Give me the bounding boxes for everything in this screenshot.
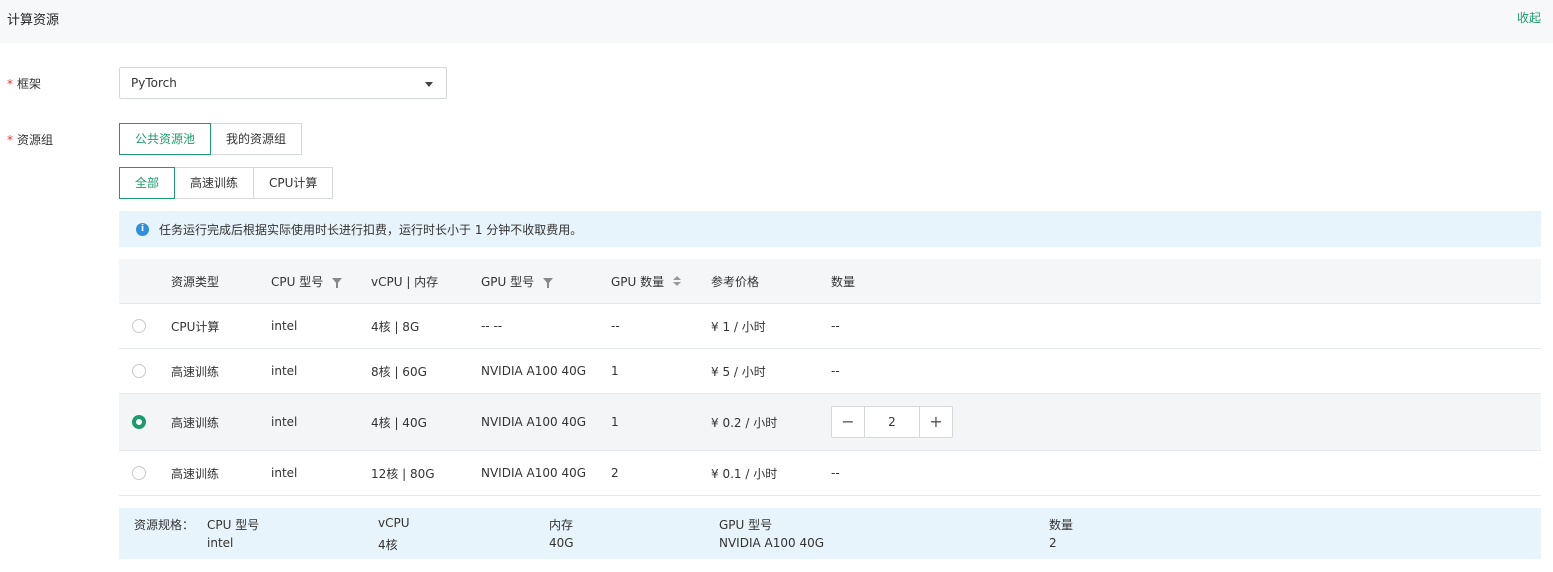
cell-cpu: intel	[271, 319, 298, 333]
row-radio-cell	[132, 451, 146, 495]
cell-type: 高速训练	[171, 466, 220, 481]
spec-head: vCPU	[378, 516, 410, 530]
row-radio-cell	[132, 394, 146, 450]
spec-col-memory: 内存 40G	[549, 516, 574, 556]
spec-head: GPU 型号	[719, 518, 773, 532]
quantity-input[interactable]: 2	[864, 407, 920, 437]
cell-price: ¥ 1 / 小时	[711, 319, 766, 334]
pool-tabs: 公共资源池 我的资源组	[119, 123, 303, 155]
resource-group-label: * 资源组	[7, 131, 53, 148]
header-cpu: CPU 型号	[271, 259, 343, 303]
spec-head: 数量	[1049, 518, 1074, 532]
quantity-stepper: − 2 +	[831, 406, 953, 438]
resource-spec-summary: 资源规格： CPU 型号 intel vCPU 4核 内存 40G GPU 型号…	[119, 508, 1541, 559]
cell-vcpu: 12核 | 80G	[371, 466, 435, 481]
tab-cpu-compute[interactable]: CPU计算	[253, 167, 334, 199]
spec-head: 内存	[549, 518, 574, 532]
spec-label: 资源规格：	[134, 518, 195, 532]
required-mark: *	[7, 77, 13, 91]
row-radio-cell	[132, 349, 146, 393]
cell-gpu: -- --	[481, 319, 503, 333]
cell-price: ¥ 0.1 / 小时	[711, 466, 778, 481]
section-header: 计算资源 收起	[0, 0, 1553, 43]
cell-gpu-count: 1	[611, 415, 619, 429]
header-gpu-label: GPU 型号	[481, 274, 535, 289]
spec-head: CPU 型号	[207, 518, 260, 532]
spec-col-cpu: CPU 型号 intel	[207, 516, 259, 556]
radio-button[interactable]	[132, 319, 146, 333]
cell-qty: --	[831, 364, 840, 378]
cell-vcpu: 4核 | 8G	[371, 319, 420, 334]
decrement-button[interactable]: −	[832, 407, 864, 437]
sort-icon[interactable]	[673, 276, 682, 286]
increment-button[interactable]: +	[920, 407, 952, 437]
spec-col-gpu: GPU 型号 NVIDIA A100 40G	[719, 516, 824, 556]
cell-qty: --	[831, 319, 840, 333]
cell-type: 高速训练	[171, 415, 220, 430]
header-qty: 数量	[831, 274, 856, 289]
cell-gpu-count: --	[611, 319, 620, 333]
table-header: 资源类型 CPU 型号 vCPU | 内存 GPU 型号 GPU 数量 参考价格…	[119, 259, 1541, 304]
cell-gpu: NVIDIA A100 40G	[481, 466, 587, 480]
tab-high-speed-training[interactable]: 高速训练	[174, 167, 255, 199]
row-radio-cell	[132, 304, 146, 348]
cell-vcpu: 8核 | 60G	[371, 364, 427, 379]
table-row[interactable]: CPU计算 intel 4核 | 8G -- -- -- ¥ 1 / 小时 --	[119, 304, 1541, 349]
table-row[interactable]: 高速训练 intel 8核 | 60G NVIDIA A100 40G 1 ¥ …	[119, 349, 1541, 394]
cell-gpu-count: 2	[611, 466, 619, 480]
header-gpu-count: GPU 数量	[611, 259, 682, 303]
cell-type: CPU计算	[171, 319, 220, 334]
framework-label: * 框架	[7, 75, 41, 92]
table-row[interactable]: 高速训练 intel 12核 | 80G NVIDIA A100 40G 2 ¥…	[119, 451, 1541, 496]
table-row-selected[interactable]: 高速训练 intel 4核 | 40G NVIDIA A100 40G 1 ¥ …	[119, 394, 1541, 451]
cell-vcpu: 4核 | 40G	[371, 415, 427, 430]
notice-text: 任务运行完成后根据实际使用时长进行扣费，运行时长小于 1 分钟不收取费用。	[159, 223, 583, 237]
cell-cpu: intel	[271, 466, 298, 480]
radio-button[interactable]	[132, 466, 146, 480]
spec-col-qty: 数量 2	[1049, 516, 1073, 556]
spec-col-vcpu: vCPU 4核	[378, 516, 410, 556]
spec-value: 2	[1049, 536, 1057, 550]
radio-button[interactable]	[132, 364, 146, 378]
info-icon: i	[136, 223, 149, 236]
spec-value: NVIDIA A100 40G	[719, 536, 825, 550]
cell-qty: − 2 +	[831, 394, 953, 450]
collapse-link[interactable]: 收起	[1517, 9, 1541, 26]
caret-down-icon	[425, 82, 433, 87]
type-tabs: 全部 高速训练 CPU计算	[119, 167, 334, 199]
spec-value: 40G	[549, 536, 574, 550]
header-type: 资源类型	[171, 274, 220, 289]
cell-gpu: NVIDIA A100 40G	[481, 364, 587, 378]
cell-cpu: intel	[271, 415, 298, 429]
tab-my-resource-group[interactable]: 我的资源组	[210, 123, 303, 155]
framework-label-text: 框架	[17, 77, 42, 91]
spec-value: 4核	[378, 538, 398, 552]
header-vcpu: vCPU | 内存	[371, 274, 439, 289]
billing-notice: i 任务运行完成后根据实际使用时长进行扣费，运行时长小于 1 分钟不收取费用。	[119, 211, 1541, 247]
cell-price: ¥ 0.2 / 小时	[711, 415, 778, 430]
cell-cpu: intel	[271, 364, 298, 378]
header-cpu-label: CPU 型号	[271, 274, 324, 289]
tab-public-pool[interactable]: 公共资源池	[119, 123, 212, 155]
tab-all[interactable]: 全部	[119, 167, 176, 199]
filter-icon[interactable]	[332, 278, 343, 288]
header-gpu: GPU 型号	[481, 259, 554, 303]
resource-table: 资源类型 CPU 型号 vCPU | 内存 GPU 型号 GPU 数量 参考价格…	[119, 259, 1541, 496]
cell-qty: --	[831, 466, 840, 480]
framework-select[interactable]: PyTorch	[119, 67, 447, 99]
framework-select-value: PyTorch	[131, 76, 177, 90]
section-title: 计算资源	[7, 13, 60, 28]
spec-value: intel	[207, 536, 234, 550]
radio-button-checked[interactable]	[132, 415, 146, 429]
cell-type: 高速训练	[171, 364, 220, 379]
header-gpu-count-label: GPU 数量	[611, 274, 665, 289]
resource-group-label-text: 资源组	[17, 133, 54, 147]
cell-gpu-count: 1	[611, 364, 619, 378]
required-mark: *	[7, 133, 13, 147]
filter-icon[interactable]	[543, 278, 554, 288]
header-price: 参考价格	[711, 274, 760, 289]
cell-gpu: NVIDIA A100 40G	[481, 415, 587, 429]
cell-price: ¥ 5 / 小时	[711, 364, 766, 379]
